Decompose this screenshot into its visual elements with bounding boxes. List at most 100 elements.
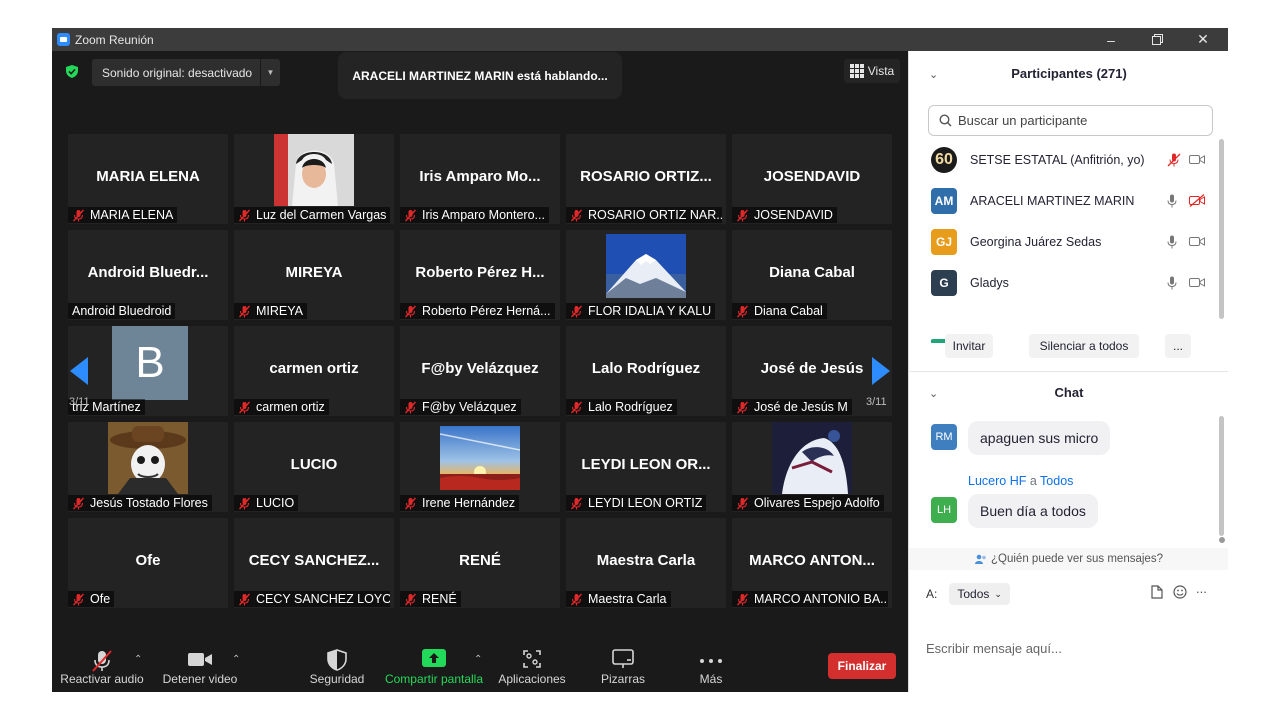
video-camera-icon[interactable] [1189, 154, 1205, 165]
chat-scroll-thumb[interactable] [1219, 537, 1225, 543]
video-camera-icon[interactable] [1189, 277, 1205, 288]
view-button[interactable]: Vista [844, 59, 900, 83]
video-tile[interactable]: MIREYA MIREYA [234, 230, 394, 320]
participants-more-button[interactable]: ... [1165, 334, 1191, 358]
emoji-icon[interactable] [1173, 585, 1187, 599]
video-tile[interactable]: Irene Hernández [400, 422, 560, 512]
chat-more-button[interactable]: ... [1196, 581, 1207, 596]
participant-display-name: ROSARIO ORTIZ... [580, 168, 712, 185]
original-sound-toggle[interactable]: Sonido original: desactivado ▼ [92, 59, 280, 86]
participant-row[interactable]: 60 SETSE ESTATAL (Anfitrión, yo) [909, 139, 1219, 180]
microphone-icon[interactable] [1167, 235, 1177, 249]
video-off-icon[interactable] [1189, 194, 1205, 207]
chat-recipient[interactable]: Todos [1040, 474, 1073, 488]
muted-microphone-icon [736, 497, 749, 509]
chat-sender-name[interactable]: Lucero HF [968, 474, 1026, 488]
share-screen-button[interactable]: Compartir pantalla [382, 634, 486, 692]
microphone-icon[interactable] [1167, 276, 1177, 290]
whiteboards-button[interactable]: Pizarras [588, 634, 658, 692]
end-meeting-button[interactable]: Finalizar [828, 653, 896, 679]
participant-display-name: MARIA ELENA [96, 168, 200, 185]
file-icon[interactable] [1151, 585, 1163, 599]
video-tile[interactable]: MARIA ELENA MARIA ELENA [68, 134, 228, 224]
participant-name: FLOR IDALIA Y KALU [588, 304, 712, 318]
chat-avatar: RM [931, 424, 957, 450]
video-tile[interactable]: F@by Velázquez F@by Velázquez [400, 326, 560, 416]
video-tile[interactable]: Iris Amparo Mo... Iris Amparo Montero... [400, 134, 560, 224]
video-tile[interactable]: CECY SANCHEZ... CECY SANCHEZ LOYO [234, 518, 394, 608]
participant-avatar: AM [931, 187, 957, 214]
video-tile[interactable]: Roberto Pérez H... Roberto Pérez Herná... [400, 230, 560, 320]
security-button[interactable]: Seguridad [302, 634, 372, 692]
participant-name: Maestra Carla [588, 592, 667, 606]
video-tile[interactable]: LUCIO LUCIO [234, 422, 394, 512]
share-screen-label: Compartir pantalla [384, 672, 484, 686]
video-tile[interactable]: LEYDI LEON OR... LEYDI LEON ORTIZ [566, 422, 726, 512]
video-options-chevron-icon[interactable]: ⌃ [232, 654, 240, 665]
video-tile[interactable]: carmen ortiz carmen ortiz [234, 326, 394, 416]
next-page-arrow[interactable] [872, 357, 890, 385]
chevron-down-icon: ⌄ [994, 588, 1002, 599]
apps-icon [523, 650, 541, 668]
participant-name-tag: MARCO ANTONIO BA... [732, 591, 888, 607]
participant-row[interactable]: G Gladys [909, 262, 1219, 303]
video-tile[interactable]: Maestra Carla Maestra Carla [566, 518, 726, 608]
chat-message-input[interactable]: Escribir mensaje aquí... [926, 641, 1062, 656]
video-tile[interactable]: Ofe Ofe [68, 518, 228, 608]
maximize-button[interactable] [1134, 28, 1180, 51]
participant-name: Olivares Espejo Adolfo [754, 496, 880, 510]
video-tile[interactable]: FLOR IDALIA Y KALU [566, 230, 726, 320]
minimize-button[interactable]: – [1088, 28, 1134, 51]
page-indicator-right: 3/11 [866, 396, 887, 408]
section-divider [909, 371, 1228, 372]
invite-button[interactable]: Invitar [945, 334, 993, 358]
chat-scrollbar[interactable] [1219, 416, 1224, 536]
participant-row[interactable]: GJ Georgina Juárez Sedas [909, 221, 1219, 262]
participant-name: Lalo Rodríguez [588, 400, 673, 414]
participant-avatar: 60 [931, 146, 957, 173]
video-tile[interactable]: Btriz Martínez [68, 326, 228, 416]
participants-scrollbar[interactable] [1219, 139, 1224, 319]
audio-options-chevron-icon[interactable]: ⌃ [134, 654, 142, 665]
video-tile[interactable]: RENÉ RENÉ [400, 518, 560, 608]
participant-name-tag: CECY SANCHEZ LOYO [234, 591, 390, 607]
apps-label: Aplicaciones [498, 672, 566, 686]
participant-display-name: JOSENDAVID [763, 168, 861, 185]
microphone-icon[interactable] [1167, 194, 1177, 208]
muted-microphone-icon[interactable] [1167, 153, 1181, 167]
video-camera-icon[interactable] [1189, 236, 1205, 247]
video-tile[interactable]: MARCO ANTON... MARCO ANTONIO BA... [732, 518, 892, 608]
participant-name: José de Jesús M [754, 400, 848, 414]
apps-button[interactable]: Aplicaciones [496, 634, 568, 692]
share-options-chevron-icon[interactable]: ⌃ [474, 654, 482, 665]
chevron-down-icon[interactable]: ▼ [260, 59, 280, 86]
close-window-button[interactable]: ✕ [1180, 28, 1226, 51]
video-tile[interactable]: ROSARIO ORTIZ... ROSARIO ORTIZ NAR... [566, 134, 726, 224]
encryption-shield-icon[interactable] [66, 65, 78, 78]
participant-name-tag: F@by Velázquez [400, 399, 521, 415]
who-can-see-messages-link[interactable]: ¿Quién puede ver sus mensajes? [909, 548, 1228, 570]
more-button[interactable]: Más [676, 634, 746, 692]
participant-name: Irene Hernández [422, 496, 516, 510]
participant-display-name: Ofe [135, 552, 161, 569]
participant-row[interactable]: AM ARACELI MARTINEZ MARIN [909, 180, 1219, 221]
participant-search-input[interactable]: Buscar un participante [928, 105, 1213, 136]
participant-name: LEYDI LEON ORTIZ [588, 496, 703, 510]
original-sound-label: Sonido original: desactivado [102, 65, 253, 80]
participant-name: Iris Amparo Montero... [422, 208, 545, 222]
recipient-dropdown[interactable]: Todos ⌄ [949, 583, 1010, 605]
video-tile[interactable]: Luz del Carmen Vargas [234, 134, 394, 224]
video-tile[interactable]: Olivares Espejo Adolfo [732, 422, 892, 512]
participant-name: Android Bluedroid [72, 304, 172, 318]
participant-name-tag: Roberto Pérez Herná... [400, 303, 555, 319]
mute-all-button[interactable]: Silenciar a todos [1029, 334, 1139, 358]
video-tile[interactable]: Jesús Tostado Flores [68, 422, 228, 512]
video-tile[interactable]: Diana Cabal Diana Cabal [732, 230, 892, 320]
video-tile[interactable]: JOSENDAVID JOSENDAVID [732, 134, 892, 224]
video-tile[interactable]: Lalo Rodríguez Lalo Rodríguez [566, 326, 726, 416]
security-shield-icon [327, 649, 347, 671]
participant-name-tag: JOSENDAVID [732, 207, 837, 223]
previous-page-arrow[interactable] [70, 357, 88, 385]
video-tile[interactable]: Android Bluedr... Android Bluedroid [68, 230, 228, 320]
stop-video-button[interactable]: Detener video [156, 634, 244, 692]
